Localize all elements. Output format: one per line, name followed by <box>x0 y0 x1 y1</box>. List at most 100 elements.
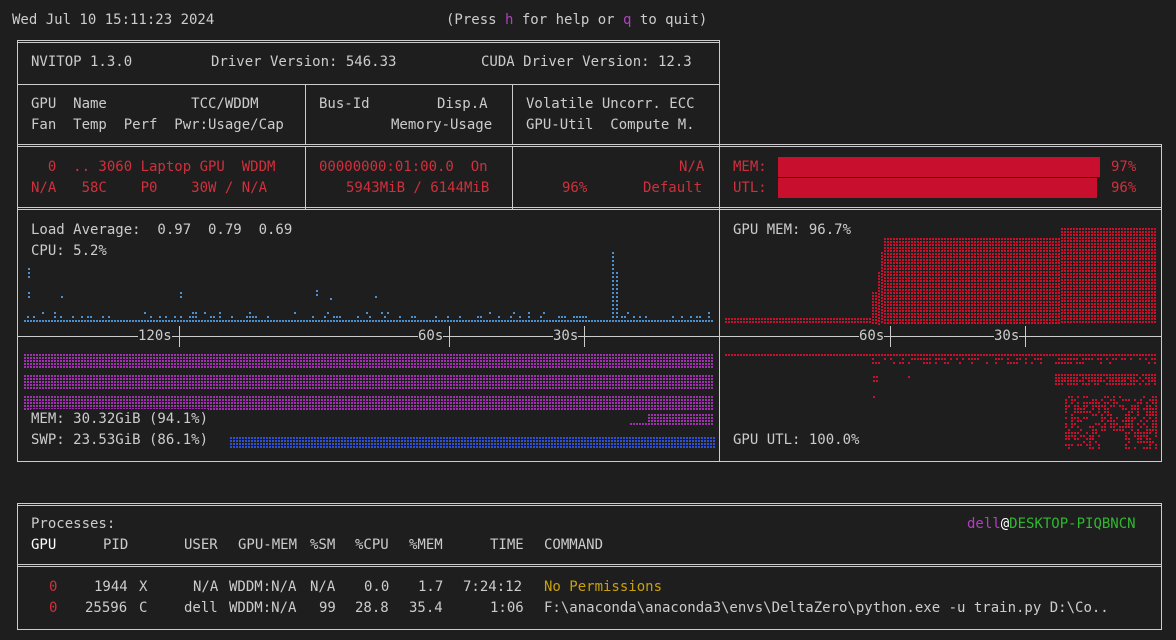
graph-dot <box>711 414 713 416</box>
graph-dot <box>630 366 632 368</box>
graph-dot <box>123 399 125 401</box>
graph-dot <box>570 354 572 356</box>
graph-dot <box>893 292 895 294</box>
graph-dot <box>237 396 239 398</box>
graph-dot <box>171 387 173 389</box>
graph-dot <box>332 443 334 445</box>
graph-dot <box>711 396 713 398</box>
graph-dot <box>132 320 134 322</box>
graph-dot <box>600 399 602 401</box>
graph-dot <box>528 357 530 359</box>
graph-dot <box>902 307 904 309</box>
graph-dot <box>260 440 262 442</box>
graph-dot <box>372 402 374 404</box>
graph-dot <box>651 320 653 322</box>
graph-dot <box>258 384 260 386</box>
graph-dot <box>321 387 323 389</box>
graph-dot <box>477 378 479 380</box>
graph-dot <box>360 408 362 410</box>
graph-dot <box>557 437 559 439</box>
graph-dot <box>390 408 392 410</box>
graph-dot <box>648 354 650 356</box>
graph-dot <box>462 408 464 410</box>
graph-dot <box>336 396 338 398</box>
graph-dot <box>456 396 458 398</box>
graph-dot <box>593 443 595 445</box>
graph-dot <box>69 405 71 407</box>
graph-dot <box>27 360 29 362</box>
graph-dot <box>678 384 680 386</box>
graph-dot <box>642 320 644 322</box>
graph-dot <box>270 408 272 410</box>
graph-dot <box>540 408 542 410</box>
graph-dot <box>426 408 428 410</box>
graph-dot <box>564 384 566 386</box>
graph-dot <box>318 320 320 322</box>
graph-dot <box>471 387 473 389</box>
graph-dot <box>275 443 277 445</box>
graph-dot <box>501 405 503 407</box>
graph-dot <box>779 321 781 323</box>
graph-dot <box>327 312 329 314</box>
graph-dot <box>405 375 407 377</box>
graph-dot <box>249 312 251 314</box>
graph-dot <box>156 402 158 404</box>
graph-dot <box>117 378 119 380</box>
graph-dot <box>705 414 707 416</box>
graph-dot <box>306 360 308 362</box>
graph-dot <box>708 417 710 419</box>
graph-dot <box>606 378 608 380</box>
graph-dot <box>579 381 581 383</box>
graph-dot <box>180 396 182 398</box>
graph-dot <box>75 402 77 404</box>
graph-dot <box>420 354 422 356</box>
graph-dot <box>443 437 445 439</box>
graph-dot <box>108 316 110 318</box>
graph-dot <box>525 408 527 410</box>
graph-dot <box>546 354 548 356</box>
graph-dot <box>687 396 689 398</box>
graph-dot <box>480 357 482 359</box>
graph-dot <box>381 405 383 407</box>
graph-dot <box>693 396 695 398</box>
graph-dot <box>608 437 610 439</box>
graph-dot <box>657 399 659 401</box>
graph-dot <box>261 320 263 322</box>
graph-dot <box>405 387 407 389</box>
graph-dot <box>687 408 689 410</box>
graph-dot <box>210 363 212 365</box>
graph-dot <box>705 408 707 410</box>
graph-dot <box>636 399 638 401</box>
graph-dot <box>510 384 512 386</box>
graph-dot <box>348 405 350 407</box>
graph-dot <box>417 357 419 359</box>
graph-dot <box>252 316 254 318</box>
graph-dot <box>503 446 505 448</box>
graph-dot <box>513 312 515 314</box>
graph-dot <box>201 320 203 322</box>
graph-dot <box>255 363 257 365</box>
graph-dot <box>345 354 347 356</box>
graph-dot <box>642 384 644 386</box>
graph-dot <box>33 381 35 383</box>
graph-dot <box>704 446 706 448</box>
graph-dot <box>27 396 29 398</box>
graph-dot <box>51 405 53 407</box>
graph-dot <box>603 396 605 398</box>
graph-dot <box>30 320 32 322</box>
graph-dot <box>258 363 260 365</box>
graph-dot <box>356 446 358 448</box>
graph-dot <box>675 423 677 425</box>
graph-dot <box>81 354 83 356</box>
graph-dot <box>282 375 284 377</box>
graph-dot <box>627 320 629 322</box>
graph-dot <box>396 378 398 380</box>
graph-dot <box>414 405 416 407</box>
graph-dot <box>408 363 410 365</box>
graph-dot <box>884 250 886 252</box>
graph-dot <box>603 408 605 410</box>
graph-dot <box>558 354 560 356</box>
graph-dot <box>680 443 682 445</box>
graph-dot <box>375 378 377 380</box>
graph-dot <box>579 357 581 359</box>
